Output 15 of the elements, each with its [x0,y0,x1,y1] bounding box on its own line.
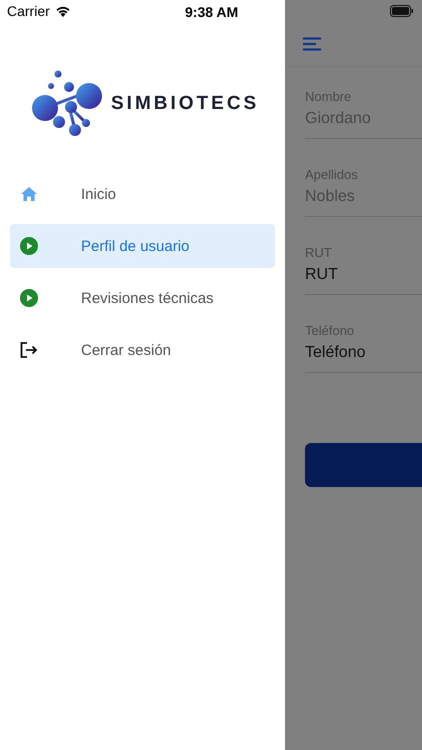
menu-item[interactable]: Cerrar sesión [10,328,275,372]
menu-item[interactable]: Perfil de usuario [10,224,275,268]
menu-item[interactable]: Revisiones técnicas [10,276,275,320]
carrier-label: Carrier [7,3,50,19]
menu-item[interactable]: Inicio [10,172,275,216]
battery-icon [390,5,414,17]
status-time: 9:38 AM [185,4,238,20]
wifi-icon [54,5,71,17]
logout-icon [20,342,38,358]
brand-name: SIMBIOTECS [111,93,260,115]
play-circle-icon [20,289,38,307]
play-circle-icon [20,237,38,255]
menu-icon[interactable] [303,37,321,51]
home-icon [20,187,38,201]
molecule-logo-icon [29,70,105,138]
